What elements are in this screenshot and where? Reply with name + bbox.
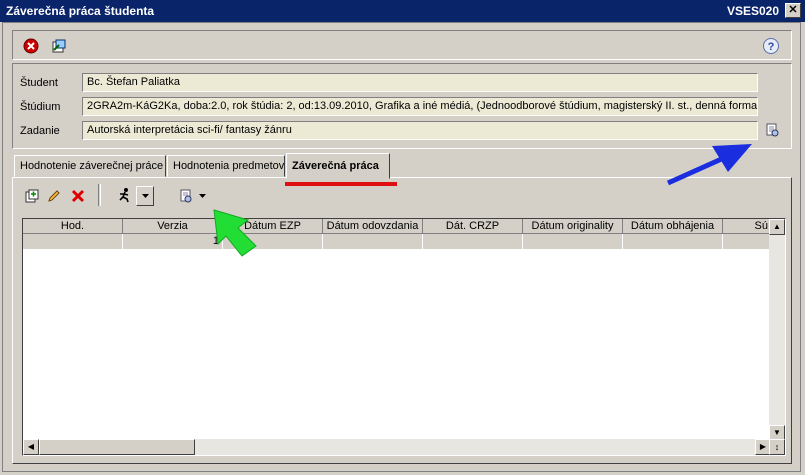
student-field[interactable]: Bc. Štefan Paliatka (82, 73, 758, 92)
close-red-icon[interactable] (21, 36, 41, 56)
tab-thesis-evaluation[interactable]: Hodnotenie záverečnej práce (14, 155, 166, 177)
table-cell[interactable] (623, 234, 723, 249)
table-cell[interactable] (23, 234, 123, 249)
window-title: Záverečná práca študenta (6, 4, 155, 18)
table-cell[interactable] (723, 234, 771, 249)
new-record-icon[interactable] (22, 186, 42, 206)
column-header[interactable]: Dát. CRZP (423, 219, 523, 234)
vertical-scrollbar[interactable]: ▲ ▼ (769, 219, 785, 441)
column-header[interactable]: Sú (723, 219, 771, 234)
scroll-corner-icon[interactable]: ↕ (769, 439, 785, 455)
table-cell[interactable] (223, 234, 323, 249)
study-field[interactable]: 2GRA2m-KáG2Ka, doba:2.0, rok štúdia: 2, … (82, 97, 758, 116)
column-header[interactable]: Hod. (23, 219, 123, 234)
table-cell[interactable] (523, 234, 623, 249)
scroll-up-button[interactable]: ▲ (769, 219, 785, 235)
horizontal-scroll-thumb[interactable] (39, 439, 195, 455)
svg-text:?: ? (768, 41, 775, 53)
scroll-left-button[interactable]: ◀ (23, 439, 39, 455)
horizontal-scrollbar[interactable]: ◀ ▶ (23, 439, 771, 455)
document-tools-dropdown[interactable] (196, 186, 208, 206)
column-header[interactable]: Dátum originality (523, 219, 623, 234)
assignment-label: Zadanie (20, 125, 60, 137)
table-cell[interactable] (423, 234, 523, 249)
column-header[interactable]: Verzia (123, 219, 223, 234)
assignment-field[interactable]: Autorská interpretácia sci-fi/ fantasy ž… (82, 121, 758, 140)
toolbar-separator (98, 184, 101, 206)
study-label: Štúdium (20, 101, 61, 113)
table-cell[interactable] (323, 234, 423, 249)
column-header[interactable]: Dátum EZP (223, 219, 323, 234)
close-window-button[interactable]: ✕ (785, 3, 801, 18)
help-icon[interactable]: ? (761, 36, 781, 56)
title-bar: Záverečná práca študenta VSES020 ✕ (0, 0, 805, 22)
window-code: VSES020 (726, 4, 779, 18)
top-toolbar: ? (12, 30, 792, 60)
run-action-dropdown[interactable] (136, 186, 154, 206)
edit-icon[interactable] (49, 36, 69, 56)
pencil-icon[interactable] (44, 186, 64, 206)
table-cell[interactable]: 1 (123, 234, 223, 249)
delete-icon[interactable] (68, 186, 88, 206)
run-action-icon[interactable] (114, 185, 136, 205)
thesis-grid[interactable]: Hod. Verzia Dátum EZP Dátum odovzdania D… (22, 218, 786, 456)
assignment-detail-icon[interactable] (762, 120, 782, 140)
column-header[interactable]: Dátum odovzdania (323, 219, 423, 234)
student-label: Študent (20, 77, 58, 89)
document-tools-icon[interactable] (176, 186, 196, 206)
tab-thesis[interactable]: Záverečná práca (286, 153, 390, 179)
tab-course-evaluations[interactable]: Hodnotenia predmetov (167, 155, 285, 177)
column-header[interactable]: Dátum obhájenia (623, 219, 723, 234)
